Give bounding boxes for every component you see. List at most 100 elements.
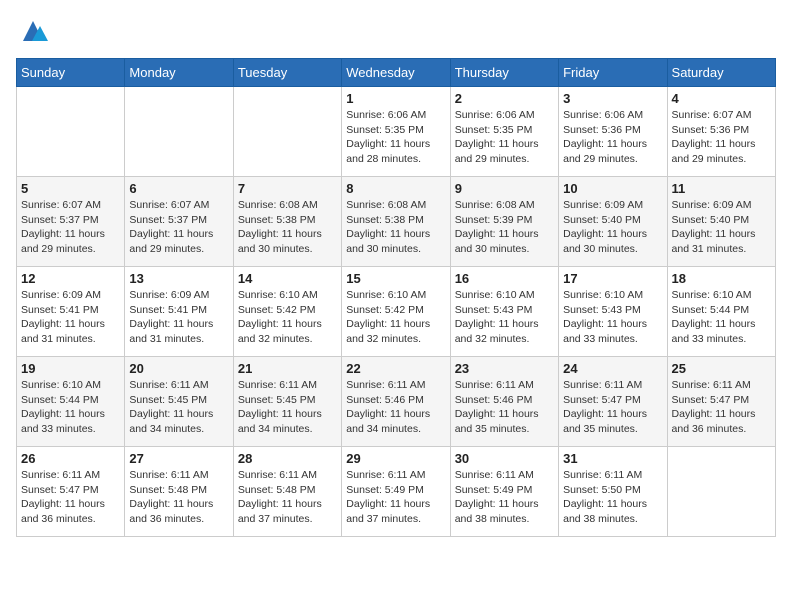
day-info: Sunrise: 6:10 AM Sunset: 5:44 PM Dayligh… xyxy=(21,378,120,437)
day-info: Sunrise: 6:11 AM Sunset: 5:49 PM Dayligh… xyxy=(455,468,554,527)
calendar-cell: 8Sunrise: 6:08 AM Sunset: 5:38 PM Daylig… xyxy=(342,177,450,267)
calendar-cell: 18 Sunrise: 6:10 AM Sunset: 5:44 PM Dayli… xyxy=(667,267,775,357)
day-number: 3 xyxy=(563,91,662,106)
calendar-cell: 29 Sunrise: 6:11 AM Sunset: 5:49 PM Dayli… xyxy=(342,447,450,537)
day-info: Sunrise: 6:11 AM Sunset: 5:47 PM Dayligh… xyxy=(672,378,771,437)
day-info: Sunrise: 6:06 AM Sunset: 5:35 PM Dayligh… xyxy=(346,108,445,167)
day-info: Sunrise: 6:10 AM Sunset: 5:43 PM Dayligh… xyxy=(455,288,554,347)
day-header-monday: Monday xyxy=(125,59,233,87)
day-number: 24 xyxy=(563,361,662,376)
calendar-cell: 24 Sunrise: 6:11 AM Sunset: 5:47 PM Dayli… xyxy=(559,357,667,447)
day-number: 2 xyxy=(455,91,554,106)
page-header xyxy=(16,16,776,46)
day-number: 30 xyxy=(455,451,554,466)
day-number: 14 xyxy=(238,271,337,286)
day-info: Sunrise: 6:07 AM Sunset: 5:36 PM Dayligh… xyxy=(672,108,771,167)
day-info: Sunrise: 6:07 AM Sunset: 5:37 PM Dayligh… xyxy=(129,198,228,257)
day-info: Sunrise: 6:11 AM Sunset: 5:45 PM Dayligh… xyxy=(129,378,228,437)
calendar-cell: 2Sunrise: 6:06 AM Sunset: 5:35 PM Daylig… xyxy=(450,87,558,177)
calendar-cell: 12 Sunrise: 6:09 AM Sunset: 5:41 PM Dayli… xyxy=(17,267,125,357)
calendar-cell: 28 Sunrise: 6:11 AM Sunset: 5:48 PM Dayli… xyxy=(233,447,341,537)
day-number: 11 xyxy=(672,181,771,196)
day-header-thursday: Thursday xyxy=(450,59,558,87)
day-header-tuesday: Tuesday xyxy=(233,59,341,87)
day-info: Sunrise: 6:11 AM Sunset: 5:48 PM Dayligh… xyxy=(238,468,337,527)
day-number: 22 xyxy=(346,361,445,376)
calendar-cell: 14 Sunrise: 6:10 AM Sunset: 5:42 PM Dayli… xyxy=(233,267,341,357)
days-header-row: SundayMondayTuesdayWednesdayThursdayFrid… xyxy=(17,59,776,87)
calendar-cell: 1 Sunrise: 6:06 AM Sunset: 5:35 PM Daylig… xyxy=(342,87,450,177)
calendar-week-1: 5 Sunrise: 6:07 AM Sunset: 5:37 PM Daylig… xyxy=(17,177,776,267)
day-info: Sunrise: 6:11 AM Sunset: 5:50 PM Dayligh… xyxy=(563,468,662,527)
day-info: Sunrise: 6:11 AM Sunset: 5:46 PM Dayligh… xyxy=(455,378,554,437)
day-info: Sunrise: 6:11 AM Sunset: 5:46 PM Dayligh… xyxy=(346,378,445,437)
calendar-cell: 23 Sunrise: 6:11 AM Sunset: 5:46 PM Dayli… xyxy=(450,357,558,447)
day-info: Sunrise: 6:06 AM Sunset: 5:36 PM Dayligh… xyxy=(563,108,662,167)
day-header-friday: Friday xyxy=(559,59,667,87)
day-header-wednesday: Wednesday xyxy=(342,59,450,87)
day-info: Sunrise: 6:10 AM Sunset: 5:42 PM Dayligh… xyxy=(346,288,445,347)
day-number: 12 xyxy=(21,271,120,286)
day-number: 21 xyxy=(238,361,337,376)
day-info: Sunrise: 6:10 AM Sunset: 5:43 PM Dayligh… xyxy=(563,288,662,347)
calendar-header: SundayMondayTuesdayWednesdayThursdayFrid… xyxy=(17,59,776,87)
calendar-cell: 13 Sunrise: 6:09 AM Sunset: 5:41 PM Dayli… xyxy=(125,267,233,357)
day-number: 16 xyxy=(455,271,554,286)
day-number: 15 xyxy=(346,271,445,286)
calendar-week-3: 19 Sunrise: 6:10 AM Sunset: 5:44 PM Dayli… xyxy=(17,357,776,447)
day-number: 25 xyxy=(672,361,771,376)
day-number: 26 xyxy=(21,451,120,466)
day-number: 7 xyxy=(238,181,337,196)
day-info: Sunrise: 6:09 AM Sunset: 5:41 PM Dayligh… xyxy=(21,288,120,347)
calendar-cell: 9Sunrise: 6:08 AM Sunset: 5:39 PM Daylig… xyxy=(450,177,558,267)
day-info: Sunrise: 6:10 AM Sunset: 5:42 PM Dayligh… xyxy=(238,288,337,347)
calendar-cell: 3 Sunrise: 6:06 AM Sunset: 5:36 PM Daylig… xyxy=(559,87,667,177)
calendar-cell: 31 Sunrise: 6:11 AM Sunset: 5:50 PM Dayli… xyxy=(559,447,667,537)
day-info: Sunrise: 6:11 AM Sunset: 5:48 PM Dayligh… xyxy=(129,468,228,527)
calendar-cell: 22 Sunrise: 6:11 AM Sunset: 5:46 PM Dayli… xyxy=(342,357,450,447)
day-number: 1 xyxy=(346,91,445,106)
calendar-cell: 10 Sunrise: 6:09 AM Sunset: 5:40 PM Dayli… xyxy=(559,177,667,267)
day-info: Sunrise: 6:09 AM Sunset: 5:40 PM Dayligh… xyxy=(672,198,771,257)
day-info: Sunrise: 6:09 AM Sunset: 5:40 PM Dayligh… xyxy=(563,198,662,257)
calendar-table: SundayMondayTuesdayWednesdayThursdayFrid… xyxy=(16,58,776,537)
day-number: 27 xyxy=(129,451,228,466)
day-info: Sunrise: 6:11 AM Sunset: 5:45 PM Dayligh… xyxy=(238,378,337,437)
day-number: 5 xyxy=(21,181,120,196)
day-info: Sunrise: 6:11 AM Sunset: 5:49 PM Dayligh… xyxy=(346,468,445,527)
calendar-cell: 21 Sunrise: 6:11 AM Sunset: 5:45 PM Dayli… xyxy=(233,357,341,447)
calendar-cell xyxy=(17,87,125,177)
logo xyxy=(16,16,48,46)
day-header-sunday: Sunday xyxy=(17,59,125,87)
logo-icon xyxy=(18,16,48,46)
calendar-cell: 16 Sunrise: 6:10 AM Sunset: 5:43 PM Dayli… xyxy=(450,267,558,357)
day-number: 29 xyxy=(346,451,445,466)
day-number: 23 xyxy=(455,361,554,376)
day-info: Sunrise: 6:10 AM Sunset: 5:44 PM Dayligh… xyxy=(672,288,771,347)
day-number: 13 xyxy=(129,271,228,286)
day-number: 10 xyxy=(563,181,662,196)
day-number: 19 xyxy=(21,361,120,376)
day-info: Sunrise: 6:07 AM Sunset: 5:37 PM Dayligh… xyxy=(21,198,120,257)
calendar-week-0: 1 Sunrise: 6:06 AM Sunset: 5:35 PM Daylig… xyxy=(17,87,776,177)
calendar-cell: 26Sunrise: 6:11 AM Sunset: 5:47 PM Dayli… xyxy=(17,447,125,537)
day-number: 28 xyxy=(238,451,337,466)
calendar-cell xyxy=(125,87,233,177)
calendar-cell: 30 Sunrise: 6:11 AM Sunset: 5:49 PM Dayli… xyxy=(450,447,558,537)
calendar-cell: 19 Sunrise: 6:10 AM Sunset: 5:44 PM Dayli… xyxy=(17,357,125,447)
day-number: 20 xyxy=(129,361,228,376)
calendar-cell: 5 Sunrise: 6:07 AM Sunset: 5:37 PM Daylig… xyxy=(17,177,125,267)
day-number: 6 xyxy=(129,181,228,196)
calendar-week-2: 12 Sunrise: 6:09 AM Sunset: 5:41 PM Dayli… xyxy=(17,267,776,357)
day-info: Sunrise: 6:11 AM Sunset: 5:47 PM Dayligh… xyxy=(563,378,662,437)
day-number: 18 xyxy=(672,271,771,286)
calendar-cell: 6 Sunrise: 6:07 AM Sunset: 5:37 PM Daylig… xyxy=(125,177,233,267)
calendar-cell: 20 Sunrise: 6:11 AM Sunset: 5:45 PM Dayli… xyxy=(125,357,233,447)
day-number: 4 xyxy=(672,91,771,106)
day-info: Sunrise: 6:09 AM Sunset: 5:41 PM Dayligh… xyxy=(129,288,228,347)
day-number: 17 xyxy=(563,271,662,286)
day-number: 31 xyxy=(563,451,662,466)
day-header-saturday: Saturday xyxy=(667,59,775,87)
calendar-cell: 4 Sunrise: 6:07 AM Sunset: 5:36 PM Daylig… xyxy=(667,87,775,177)
calendar-cell: 11 Sunrise: 6:09 AM Sunset: 5:40 PM Dayli… xyxy=(667,177,775,267)
